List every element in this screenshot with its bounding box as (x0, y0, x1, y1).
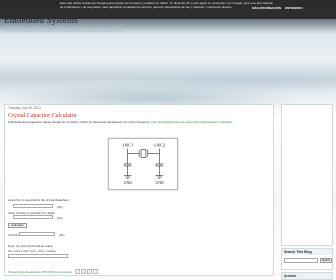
post-title[interactable]: Crystal Capacitor Calculator (8, 113, 77, 119)
email-share-icon[interactable] (75, 269, 80, 274)
search-widget: Search This Blog Search (281, 248, 333, 270)
c-result-field (19, 232, 55, 236)
gnd1-label: GND (124, 181, 133, 185)
search-input[interactable] (284, 258, 318, 263)
sidebar-widget-area (281, 104, 333, 246)
cookie-notice-text: Este sitio utiliza cookies de Google par… (60, 1, 273, 9)
cstray-unit: (pF) (57, 215, 63, 220)
cstray-input[interactable] (13, 215, 53, 219)
post-date: Tuesday, July 09, 2013 (8, 106, 41, 110)
crystal-circuit-diagram: OSC1 OSC2 GND GND (108, 138, 178, 190)
twitter-share-icon[interactable] (87, 269, 92, 274)
blog-description: My ARM Cortex microcontroller experience… (4, 28, 126, 33)
post-note: Note: C1 and C2 should be equal. (8, 244, 54, 248)
post-intro-text: Calculates load capacitor values needed … (8, 120, 151, 124)
cl-input[interactable] (13, 204, 53, 208)
post-intro: Calculates load capacitor values needed … (8, 120, 270, 125)
archive-widget: Archive (281, 272, 333, 280)
search-button[interactable]: Search (320, 258, 332, 263)
crystal-circuit-svg: OSC1 OSC2 GND GND (123, 143, 166, 186)
sidebar: Search This Blog Search Archive (281, 104, 333, 280)
blog-title[interactable]: Embedded Systems (4, 15, 78, 25)
osc2-label: OSC2 (155, 143, 166, 148)
cl-prompt: Load (CL) is specified in the crystal da… (8, 198, 70, 202)
search-widget-title: Search This Blog (282, 249, 332, 255)
cl-unit: (pF) (57, 204, 63, 209)
blog-post: Tuesday, July 09, 2013 Crystal Capacitor… (4, 104, 274, 276)
calculate-button[interactable]: Calculate (8, 223, 27, 228)
formula-field (8, 254, 68, 258)
c-result-label: C1=C2= (8, 233, 20, 237)
post-formula: CL = (C1 x C2) / (C1 + C2) + Cstray (8, 249, 56, 253)
more-info-button[interactable]: MÁS INFORMACIÓN (252, 6, 281, 11)
accept-cookies-button[interactable]: ENTENDIDO (285, 6, 303, 11)
osc1-label: OSC1 (123, 143, 134, 148)
archive-widget-title: Archive (282, 273, 332, 279)
c-result-unit: (pF) (59, 233, 65, 237)
blog-share-icon[interactable] (81, 269, 86, 274)
post-intro-link[interactable]: http://embeddedsystems.example/crystal-c… (151, 120, 232, 124)
facebook-share-icon[interactable] (93, 269, 98, 274)
post-footer[interactable]: Posted by Embedded at 4:55 PM No comment… (8, 270, 72, 274)
gnd2-label: GND (156, 181, 165, 185)
